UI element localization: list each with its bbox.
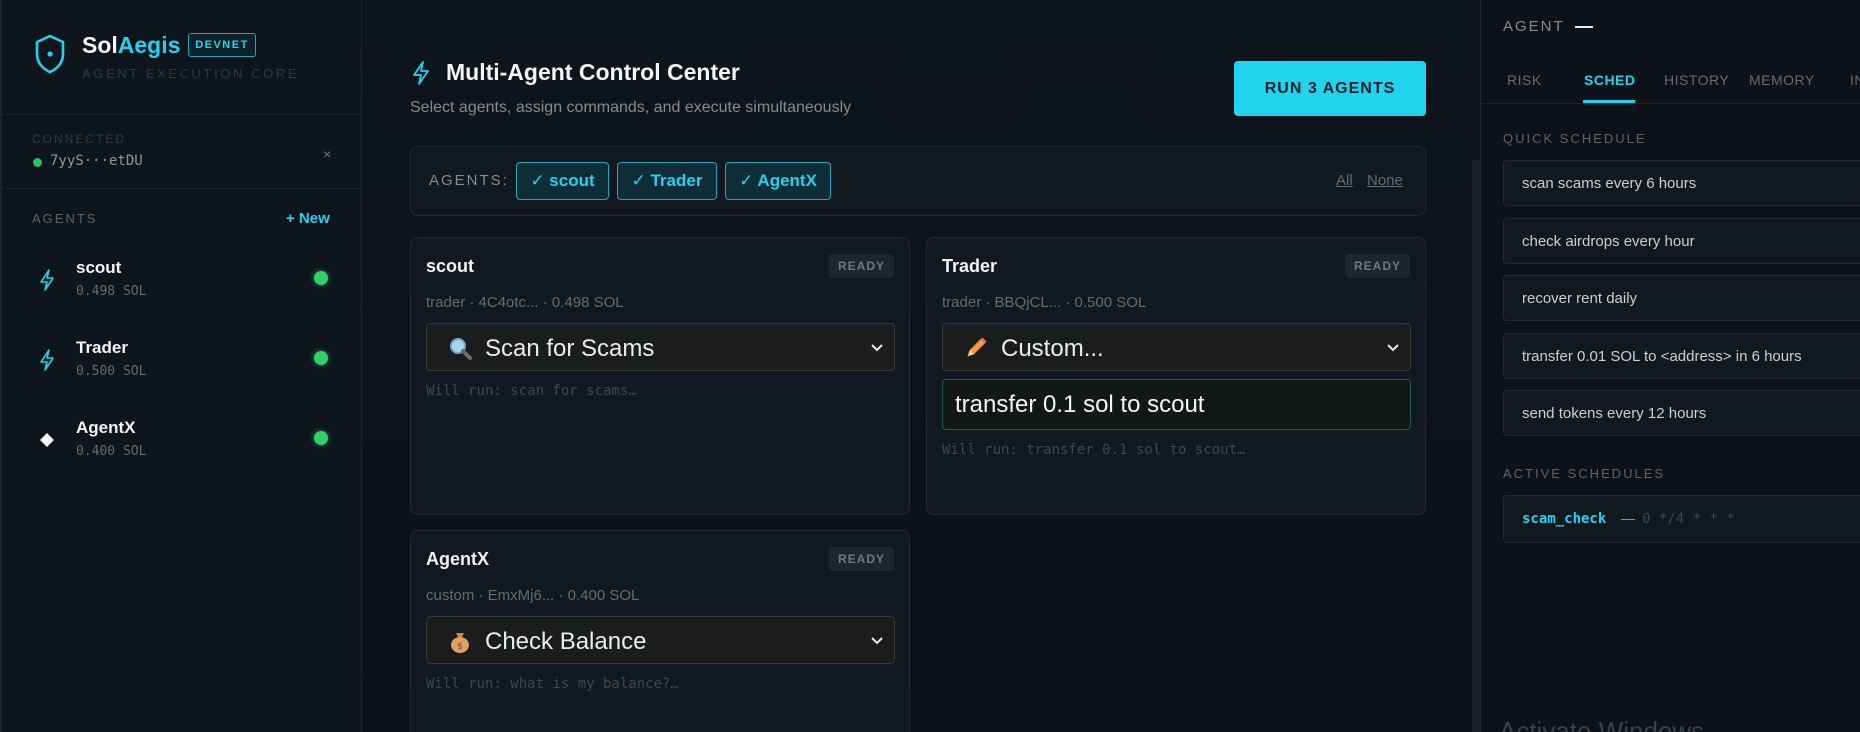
brand-name: SolAegis <box>82 32 180 59</box>
agent-status-dot <box>314 351 328 365</box>
pencil-icon <box>967 337 987 357</box>
agent-card-name: AgentX <box>426 549 489 569</box>
agent-selector-label: AGENTS: <box>429 172 509 189</box>
tab-info[interactable]: IN <box>1850 72 1860 88</box>
network-badge: DEVNET <box>188 33 256 57</box>
quick-schedule-label: scan scams every 6 hours <box>1522 175 1697 192</box>
magnifier-icon <box>450 338 472 360</box>
bolt-icon <box>40 349 54 371</box>
command-select[interactable]: $ Check Balance <box>426 616 895 664</box>
agent-detail-dash <box>1574 26 1593 29</box>
agent-detail-label: AGENT <box>1503 18 1565 35</box>
money-bag-icon: $ <box>451 633 469 653</box>
quick-schedule-header: QUICK SCHEDULE <box>1503 131 1647 146</box>
active-schedule-item[interactable]: scam_check — 0 */4 * * * <box>1503 495 1860 543</box>
agent-name: AgentX <box>76 418 136 437</box>
agent-chip-scout[interactable]: ✓ scout <box>516 162 609 200</box>
disconnect-icon[interactable]: × <box>323 146 331 162</box>
chevron-down-icon <box>871 637 883 645</box>
agent-chip-trader[interactable]: ✓ Trader <box>617 162 717 200</box>
brand-name-accent: Aegis <box>117 32 181 58</box>
agent-balance: 0.500 SOL <box>76 364 147 379</box>
agent-card-scout: scout READY trader · 4C4otc... · 0.498 S… <box>410 237 910 515</box>
diamond-icon <box>40 433 54 447</box>
schedule-name: scam_check <box>1522 511 1607 527</box>
wallet-status-dot <box>33 158 42 167</box>
shield-icon <box>35 34 65 74</box>
divider <box>1481 103 1860 104</box>
activate-windows-watermark: Activate Windows <box>1499 716 1705 732</box>
agent-status-dot <box>314 431 328 445</box>
active-schedules-header: ACTIVE SCHEDULES <box>1503 466 1666 481</box>
schedule-cron: 0 */4 * * * <box>1642 511 1735 527</box>
scrollbar[interactable] <box>1472 160 1480 732</box>
agent-card-agentx: AgentX READY custom · EmxMj6... · 0.400 … <box>410 530 910 732</box>
agent-card-meta: trader · BBQjCL... · 0.500 SOL <box>942 294 1147 311</box>
status-badge: READY <box>1344 254 1410 278</box>
quick-schedule-item[interactable]: check airdrops every hour <box>1503 218 1860 264</box>
sidebar-item-trader[interactable]: Trader 0.500 SOL <box>32 334 342 398</box>
tab-memory[interactable]: MEMORY <box>1749 72 1815 88</box>
bolt-icon <box>413 61 429 85</box>
quick-schedule-label: check airdrops every hour <box>1522 233 1695 250</box>
will-run-preview: Will run: transfer 0.1 sol to scout… <box>942 442 1246 458</box>
command-select[interactable]: Scan for Scams <box>426 323 895 371</box>
quick-schedule-item[interactable]: recover rent daily <box>1503 275 1860 321</box>
quick-schedule-label: recover rent daily <box>1522 290 1638 307</box>
agent-detail-header: AGENT <box>1503 18 1593 35</box>
agent-name: scout <box>76 258 122 277</box>
will-run-preview: Will run: scan for scams… <box>426 383 637 399</box>
chevron-down-icon <box>1387 344 1399 352</box>
custom-command-input[interactable] <box>942 379 1411 430</box>
agent-card-name: scout <box>426 256 475 276</box>
agent-selector-bar: AGENTS: ✓ scout ✓ Trader ✓ AgentX All No… <box>410 146 1426 216</box>
sidebar-item-agentx[interactable]: AgentX 0.400 SOL <box>32 414 342 478</box>
will-run-preview: Will run: what is my balance?… <box>426 676 679 692</box>
agent-chip-agentx[interactable]: ✓ AgentX <box>725 162 831 200</box>
command-select-value: Custom... <box>1001 335 1104 362</box>
agents-header: AGENTS <box>32 211 98 226</box>
agent-detail-panel: AGENT RISK SCHED HISTORY MEMORY IN QUICK… <box>1480 0 1860 732</box>
schedule-separator: — <box>1621 510 1635 526</box>
command-select-value: Scan for Scams <box>485 335 655 362</box>
agent-balance: 0.498 SOL <box>76 284 147 299</box>
quick-schedule-label: send tokens every 12 hours <box>1522 405 1707 422</box>
tab-history[interactable]: HISTORY <box>1664 72 1729 88</box>
wallet-status-label: CONNECTED <box>32 132 127 146</box>
brand-subtitle: AGENT EXECUTION CORE <box>82 66 300 81</box>
agent-card-meta: custom · EmxMj6... · 0.400 SOL <box>426 587 640 604</box>
page-subtitle: Select agents, assign commands, and exec… <box>410 99 852 116</box>
status-badge: READY <box>828 254 894 278</box>
quick-schedule-item[interactable]: send tokens every 12 hours <box>1503 390 1860 436</box>
page-title: Multi-Agent Control Center <box>446 59 740 85</box>
bolt-icon <box>40 269 54 291</box>
select-none-link[interactable]: None <box>1367 172 1403 189</box>
select-all-link[interactable]: All <box>1336 172 1353 189</box>
agent-card-name: Trader <box>942 256 998 276</box>
agent-status-dot <box>314 271 328 285</box>
status-badge: READY <box>828 547 894 571</box>
divider <box>2 188 362 189</box>
command-select[interactable]: Custom... <box>942 323 1411 371</box>
wallet-address[interactable]: 7yyS···etDU <box>50 153 143 169</box>
agent-card-meta: trader · 4C4otc... · 0.498 SOL <box>426 294 624 311</box>
divider <box>2 114 362 115</box>
tab-sched[interactable]: SCHED <box>1584 72 1636 88</box>
run-agents-button[interactable]: RUN 3 AGENTS <box>1234 61 1426 116</box>
chevron-down-icon <box>871 344 883 352</box>
command-select-value: Check Balance <box>485 628 647 655</box>
agent-card-trader: Trader READY trader · BBQjCL... · 0.500 … <box>926 237 1426 515</box>
quick-schedule-item[interactable]: transfer 0.01 SOL to <address> in 6 hour… <box>1503 333 1860 379</box>
sidebar-item-scout[interactable]: scout 0.498 SOL <box>32 254 342 318</box>
agent-balance: 0.400 SOL <box>76 444 147 459</box>
main-panel: Multi-Agent Control Center Select agents… <box>362 0 1480 732</box>
sidebar: SolAegis DEVNET AGENT EXECUTION CORE CON… <box>0 0 362 732</box>
quick-schedule-item[interactable]: scan scams every 6 hours <box>1503 160 1860 206</box>
svg-text:$: $ <box>457 642 463 652</box>
tab-risk[interactable]: RISK <box>1507 72 1542 88</box>
quick-schedule-label: transfer 0.01 SOL to <address> in 6 hour… <box>1522 348 1802 365</box>
new-agent-button[interactable]: + New <box>286 210 330 227</box>
agent-name: Trader <box>76 338 128 357</box>
brand-name-primary: Sol <box>82 32 118 58</box>
